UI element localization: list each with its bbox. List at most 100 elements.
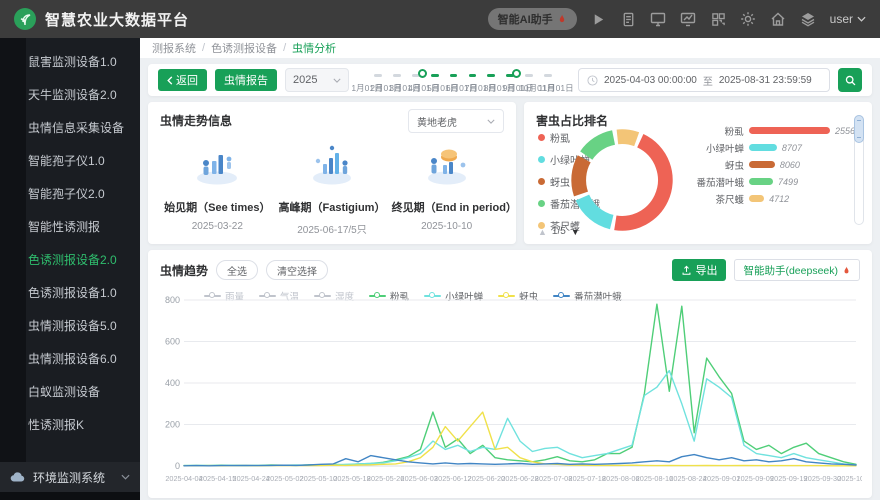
stage-value: 2025-06-17/5只 xyxy=(297,225,367,236)
timeline-segment[interactable] xyxy=(544,74,552,77)
ai-assistant-button[interactable]: 智能AI助手 xyxy=(487,8,577,30)
x-axis-tick: 2025-05-26 xyxy=(367,474,404,483)
panel-title: 虫情趋势 xyxy=(160,263,209,278)
sidebar-item[interactable]: 白蚁监测设备 xyxy=(0,376,140,409)
x-axis-tick: 2025-08-24 xyxy=(669,474,706,483)
sidebar-item[interactable]: 虫情测报设备5.0 xyxy=(0,310,140,343)
ranking-bar-row: 蚜虫 8060 xyxy=(690,156,860,173)
ranking-bar-row: 小绿叶蝉 8707 xyxy=(690,139,860,156)
date-range-picker[interactable]: 2025-04-03 00:00:00 至 2025-08-31 23:59:5… xyxy=(578,68,830,92)
bar[interactable] xyxy=(749,144,777,151)
y-axis-tick: 800 xyxy=(165,295,180,305)
sidebar-bottom-label: 环境监测系统 xyxy=(33,470,106,485)
pest-trend-line-chart[interactable]: 0 200 400 600 800 2025-04-042025-04-152025-04… xyxy=(154,294,862,490)
home-icon[interactable] xyxy=(770,11,787,28)
timeline-segment[interactable] xyxy=(468,74,477,77)
x-axis-tick: 2025-04-04 xyxy=(165,474,202,483)
pest-ranking-panel: 害虫占比排名 粉虱 小绿叶蝉 蚜虫 番茄潜叶蛾 茶尺蠖 粉虱 25562 小绿叶蝉 8707 蚜… xyxy=(524,102,872,244)
bar-label: 粉虱 xyxy=(724,126,744,138)
donut-scrollbar[interactable] xyxy=(854,115,864,225)
year-select[interactable]: 2025 xyxy=(285,68,349,92)
pest-report-button[interactable]: 虫情报告 xyxy=(215,69,277,91)
breadcrumb-item-system[interactable]: 测报系统 xyxy=(152,40,196,56)
breadcrumb-item-device[interactable]: 色诱测报设备 xyxy=(211,40,277,56)
sidebar-item[interactable]: 鼠害监测设备1.0 xyxy=(0,46,140,79)
user-menu[interactable]: user xyxy=(830,12,866,26)
ai-assistant-deepseek-button[interactable]: 智能助手(deepseek) xyxy=(734,259,860,281)
play-icon[interactable] xyxy=(590,11,607,28)
sidebar-item[interactable]: 虫情测报设备6.0 xyxy=(0,343,140,376)
month-range-slider[interactable]: 1月01日 2月01日 3月01日 4月01日 5月01日 6月01日 7月01日 8月01日… xyxy=(351,65,574,95)
query-button[interactable] xyxy=(838,68,862,92)
breadcrumb-separator: / xyxy=(202,42,206,54)
page-indicator: 1/5 xyxy=(551,226,566,237)
timeline-segment[interactable] xyxy=(374,74,382,77)
timeline-segment[interactable] xyxy=(392,74,401,77)
ranking-bar-row: 粉虱 25562 xyxy=(690,122,860,139)
layers-icon[interactable] xyxy=(800,11,817,28)
stage-last-seen: 终见期（End in period） 2025-10-10 xyxy=(392,141,517,236)
timeline-segment[interactable] xyxy=(449,74,458,77)
back-label: 返回 xyxy=(176,75,198,87)
sidebar-item-environment-system[interactable]: 环境监测系统 xyxy=(0,462,140,492)
chart-monitor-icon[interactable] xyxy=(680,11,697,28)
bar[interactable] xyxy=(749,161,775,168)
export-button[interactable]: 导出 xyxy=(672,259,727,281)
page-down-icon[interactable]: ▼ xyxy=(571,227,580,237)
ranking-pager: ▲ 1/5 ▼ xyxy=(538,226,580,237)
x-axis-tick: 2025-06-03 xyxy=(401,474,438,483)
sidebar-item[interactable]: 智能孢子仪2.0 xyxy=(0,178,140,211)
pest-donut-chart[interactable] xyxy=(556,116,688,244)
y-axis-tick: 200 xyxy=(165,420,180,430)
series-line-蚜虫 xyxy=(183,411,857,467)
timeline-segment[interactable] xyxy=(487,74,496,77)
pest-select[interactable]: 黄地老虎 xyxy=(408,109,504,133)
qr-code-icon[interactable] xyxy=(710,11,727,28)
toolbar: 返回 虫情报告 2025 1月01日 2月01日 3月01日 4月01日 5月01日 6月… xyxy=(148,64,872,96)
ranking-bar-row: 茶尺蠖 4712 xyxy=(690,190,860,207)
pest-trend-chart-panel: 虫情趋势 全选 清空选择 导出 智能助手(deepseek) 雨量 气温 湿度 粉虱小… xyxy=(148,250,872,498)
sidebar-item[interactable]: 智能孢子仪1.0 xyxy=(0,145,140,178)
sidebar-item[interactable]: 虫情信息采集设备 xyxy=(0,112,140,145)
x-axis-tick: 2025-06-28 xyxy=(501,474,538,483)
date-range-start[interactable]: 2025-04-03 00:00:00 xyxy=(604,75,697,86)
x-axis-tick: 2025-09-09 xyxy=(737,474,774,483)
stage-label: 高峰期（Fastigium） xyxy=(278,202,386,214)
back-button[interactable]: 返回 xyxy=(158,69,207,91)
bar-label: 小绿叶蝉 xyxy=(705,143,744,155)
sidebar-item[interactable]: 天牛监测设备2.0 xyxy=(0,79,140,112)
bar[interactable] xyxy=(749,195,765,202)
timeline-segment[interactable] xyxy=(525,74,534,77)
ai-assistant-label: 智能AI助手 xyxy=(497,14,553,26)
sidebar-item[interactable]: 智能性诱测报 xyxy=(0,211,140,244)
x-axis-tick: 2025-07-08 xyxy=(535,474,572,483)
scrollbar-thumb[interactable] xyxy=(854,115,864,143)
sidebar-item[interactable]: 色诱测报设备1.0 xyxy=(0,277,140,310)
bar[interactable] xyxy=(748,127,830,134)
document-icon[interactable] xyxy=(620,11,637,28)
export-label: 导出 xyxy=(695,265,718,277)
x-axis-tick: 2025-09-19 xyxy=(770,474,807,483)
timeline-segment[interactable] xyxy=(430,74,439,77)
sidebar-item[interactable]: 色诱测报设备2.0 xyxy=(0,244,140,277)
flame-icon xyxy=(842,265,851,276)
select-all-button[interactable]: 全选 xyxy=(216,260,259,280)
bar-label: 番茄潜叶蛾 xyxy=(696,177,744,189)
chevron-down-icon xyxy=(121,474,130,480)
bar-label: 茶尺蠖 xyxy=(715,194,744,206)
timeline-handle-end[interactable] xyxy=(512,69,522,78)
bar-value: 4712 xyxy=(769,193,790,204)
date-range-end[interactable]: 2025-08-31 23:59:59 xyxy=(719,75,812,86)
x-axis-tick: 2025-10-10 xyxy=(837,474,862,483)
page-up-icon[interactable]: ▲ xyxy=(538,227,547,237)
export-icon xyxy=(681,265,692,276)
sidebar-item[interactable]: 性诱测报K xyxy=(0,409,140,442)
bar[interactable] xyxy=(749,178,774,185)
timeline-handle-start[interactable] xyxy=(417,69,427,78)
stage-label: 始见期（See times） xyxy=(164,202,271,214)
x-axis-tick: 2025-04-24 xyxy=(233,474,270,483)
clear-selection-button[interactable]: 清空选择 xyxy=(266,260,329,280)
gear-icon[interactable] xyxy=(740,11,757,28)
ranking-bar-row: 番茄潜叶蛾 7499 xyxy=(690,173,860,190)
monitor-icon[interactable] xyxy=(650,11,667,28)
